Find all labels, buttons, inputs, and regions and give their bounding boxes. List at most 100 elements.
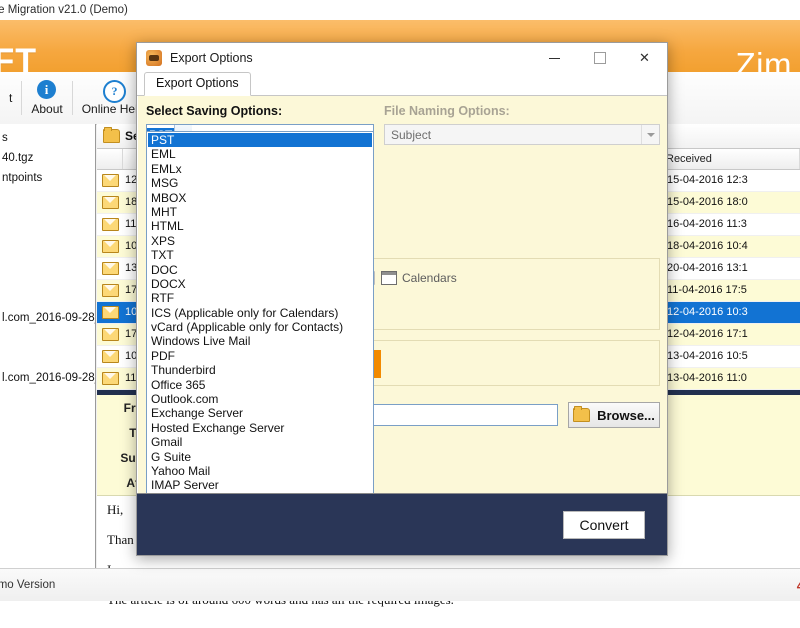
dropdown-option[interactable]: Office 365 [148,378,372,392]
grid-header-icon-col[interactable] [97,149,123,169]
tree-item[interactable] [0,268,95,288]
file-naming-options-label: File Naming Options: [384,104,510,118]
convert-button[interactable]: Convert [563,510,645,539]
status-demo-version: - Demo Version [0,579,56,591]
row-received: 11-04-2016 17:5 [667,284,747,296]
dropdown-option[interactable]: EMLx [148,162,372,176]
mail-icon [102,306,119,319]
question-icon: ? [103,80,127,103]
tree-item[interactable] [0,228,95,248]
mail-icon [102,328,119,341]
mail-icon [102,240,119,253]
row-received: 15-04-2016 18:0 [667,196,748,208]
toolbar-item-about[interactable]: i About [22,72,71,124]
file-naming-combobox[interactable]: Subject [384,124,660,145]
grid-header-received-col[interactable]: Received [660,149,800,169]
app-title: remise Migration v21.0 (Demo) [0,4,128,16]
dropdown-option[interactable]: vCard (Applicable only for Contacts) [148,320,372,334]
mail-icon [102,196,119,209]
tree-item[interactable] [0,188,95,208]
dropdown-option[interactable]: PST [148,133,372,148]
tree-item[interactable] [0,348,95,368]
tree-item[interactable] [0,248,95,268]
dropdown-option[interactable]: Gmail [148,435,372,449]
dropdown-option[interactable]: Yahoo Mail [148,464,372,478]
info-icon: i [37,80,57,100]
row-received: 12-04-2016 17:1 [667,328,748,340]
file-naming-value: Subject [391,127,432,142]
mail-icon [102,372,119,385]
dropdown-option[interactable]: Exchange Server [148,406,372,420]
close-icon[interactable]: ✕ [622,44,667,73]
row-received: 13-04-2016 11:0 [667,372,747,384]
dialog-body: Select Saving Options: PST File Naming O… [137,96,667,493]
row-received: 13-04-2016 10:5 [667,350,748,362]
file-naming-column: File Naming Options: Subject [384,104,660,145]
tree-item[interactable]: l.com_2016-09-28_113 [0,368,95,388]
select-saving-options-label: Select Saving Options: [146,104,283,118]
mail-icon [102,262,119,275]
dropdown-option[interactable]: Hosted Exchange Server [148,421,372,435]
tree-item[interactable] [0,288,95,308]
saving-options-dropdown-list[interactable]: PST EML EMLx MSG MBOX MHT HTML XPS TXT D… [146,131,374,493]
minimize-icon[interactable] [532,44,577,73]
toolbar-item-online-help-label: Online Help [81,102,145,116]
dropdown-option[interactable]: EML [148,147,372,161]
mail-icon [102,350,119,363]
dialog-title-bar[interactable]: Export Options ✕ [137,43,667,73]
tree-item[interactable]: ntpoints [0,168,95,188]
dropdown-option[interactable]: PDF [148,349,372,363]
toolbar-item-about-label: About [31,102,63,116]
dropdown-option[interactable]: IMAP Server [148,478,372,492]
dropdown-option[interactable]: TXT [148,248,372,262]
row-received: 20-04-2016 13:1 [667,262,748,274]
dialog-title: Export Options [170,51,253,65]
dropdown-option[interactable]: DOCX [148,277,372,291]
calendar-icon [381,271,397,285]
tree-item[interactable] [0,208,95,228]
tree-item[interactable] [0,328,95,348]
tree-item[interactable]: l.com_2016-09-28_113 [0,308,95,328]
browse-button-label: Browse... [597,407,655,423]
dropdown-option[interactable]: Thunderbird [148,363,372,377]
app-icon [146,50,162,66]
dropdown-option[interactable]: MBOX [148,191,372,205]
folder-tree-panel[interactable]: s 40.tgz ntpoints l.com_2016-09-28_113 l… [0,124,96,568]
app-title-bar: remise Migration v21.0 (Demo) [0,0,800,20]
folder-icon [103,127,120,143]
maximize-icon[interactable] [577,44,622,73]
mail-icon [102,218,119,231]
product-name: Zim [735,46,792,72]
dropdown-option[interactable]: HTML [148,219,372,233]
dropdown-option[interactable]: RTF [148,291,372,305]
dropdown-option[interactable]: Outlook.com [148,392,372,406]
row-received: 18-04-2016 10:4 [667,240,748,252]
browse-button[interactable]: Browse... [568,402,660,428]
status-bar: - Demo Version 4 [0,568,800,601]
tab-export-options[interactable]: Export Options [144,72,251,96]
dropdown-option[interactable]: ICS (Applicable only for Calendars) [148,306,372,320]
export-options-dialog: Export Options ✕ Export Options Select S… [136,42,668,556]
dropdown-option[interactable]: G Suite [148,450,372,464]
mail-icon [102,174,119,187]
dropdown-option[interactable]: MSG [148,176,372,190]
toolbar-item-start-label: t [9,91,13,105]
tree-item[interactable]: s [0,128,95,148]
dropdown-option[interactable]: DOC [148,263,372,277]
dropdown-option[interactable]: MHT [148,205,372,219]
dropdown-option[interactable]: Windows Live Mail [148,334,372,348]
tree-item[interactable]: 40.tgz [0,148,95,168]
row-received: 15-04-2016 12:3 [667,174,748,186]
calendars-label: Calendars [402,271,457,285]
dialog-footer: Convert [137,493,667,555]
row-received: 16-04-2016 11:3 [667,218,747,230]
mail-icon [102,284,119,297]
brand-logo-text: OFT [0,42,37,72]
row-received: 12-04-2016 10:3 [667,306,748,318]
chevron-down-icon[interactable] [641,125,659,144]
folder-icon [573,406,591,422]
toolbar-item-start[interactable]: t [0,72,21,124]
checkbox-row-calendars[interactable]: Calendars [361,267,561,289]
dropdown-option[interactable]: XPS [148,234,372,248]
dialog-tab-strip: Export Options [137,72,667,96]
